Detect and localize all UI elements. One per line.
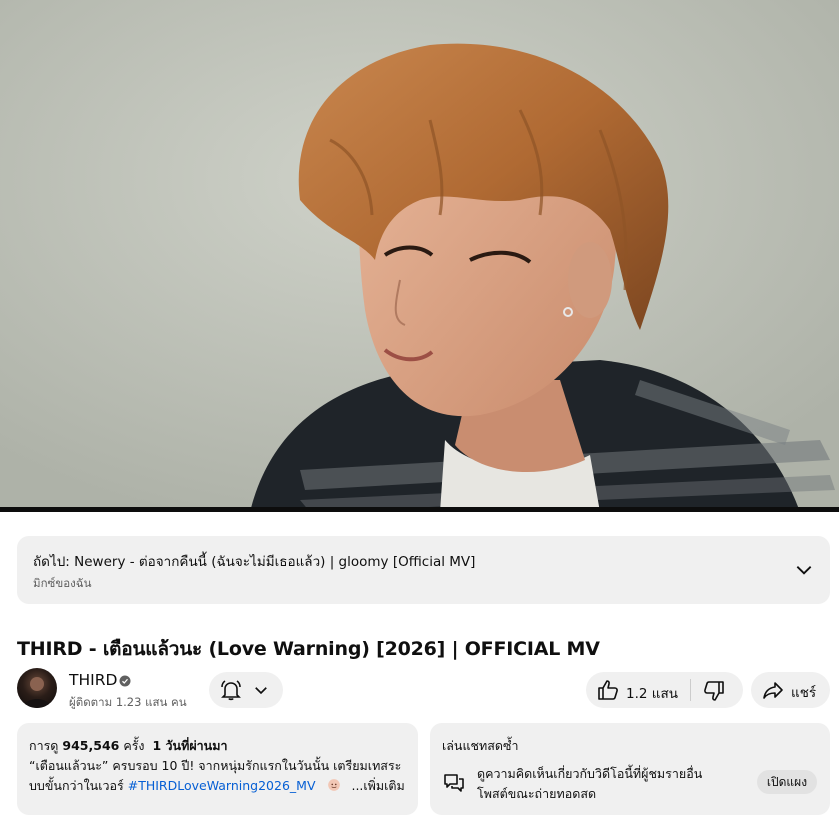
live-chat-title: เล่นแชทสดซ้ำ bbox=[442, 738, 519, 753]
live-chat-description: โพสต์ขณะถ่ายทอดสด bbox=[477, 786, 597, 801]
share-label: แชร์ bbox=[791, 685, 817, 701]
channel-name[interactable]: THIRD bbox=[69, 671, 117, 689]
channel-avatar[interactable] bbox=[17, 668, 57, 708]
video-frame bbox=[0, 0, 839, 512]
up-next-card[interactable]: ถัดไป: Newery - ต่อจากคืนนี้ (ฉันจะไม่มี… bbox=[17, 536, 830, 604]
verified-check-icon bbox=[119, 675, 131, 687]
chevron-down-icon[interactable] bbox=[794, 560, 814, 580]
show-more-link[interactable]: ...เพิ่มเติม bbox=[351, 778, 404, 793]
video-title: THIRD - เตือนแล้วนะ (Love Warning) [2026… bbox=[17, 638, 600, 660]
description-text: บบขั้นกว่าในเวอร์ bbox=[29, 778, 124, 793]
player-bottom-bar bbox=[0, 507, 839, 512]
open-panel-button[interactable]: เปิดแผง bbox=[757, 770, 817, 794]
chevron-down-icon bbox=[255, 687, 267, 695]
thumbs-up-icon[interactable] bbox=[596, 678, 620, 702]
description-box[interactable]: การดู 945,546 ครั้ง 1 วันที่ผ่านมา “เตือ… bbox=[17, 723, 418, 815]
subscribe-notification-button[interactable] bbox=[209, 672, 283, 708]
like-divider bbox=[690, 679, 691, 701]
description-line: “เตือนแล้วนะ” ครบรอบ 10 ปี! จากหนุ่มรักแ… bbox=[29, 758, 402, 773]
up-next-subtitle: มิกซ์ของฉัน bbox=[33, 576, 92, 590]
live-chat-description: ดูความคิดเห็นเกี่ยวกับวิดีโอนี้ที่ผู้ชมร… bbox=[477, 766, 703, 781]
views-suffix: ครั้ง bbox=[123, 738, 145, 753]
thumbs-down-icon[interactable] bbox=[702, 679, 726, 703]
emoji-icon bbox=[328, 779, 341, 791]
view-stats: การดู 945,546 ครั้ง 1 วันที่ผ่านมา bbox=[29, 736, 227, 756]
chat-bubbles-icon bbox=[444, 774, 464, 792]
like-dislike-group: 1.2 แสน bbox=[586, 672, 743, 708]
hashtag-link[interactable]: #THIRDLoveWarning2026_MV bbox=[128, 778, 316, 793]
like-count[interactable]: 1.2 แสน bbox=[626, 682, 678, 704]
bell-icon bbox=[221, 680, 241, 701]
live-chat-replay-card: เล่นแชทสดซ้ำ ดูความคิดเห็นเกี่ยวกับวิดีโ… bbox=[430, 723, 830, 815]
subscriber-count: ผู้ติดตาม 1.23 แสน คน bbox=[69, 695, 187, 709]
share-arrow-icon bbox=[763, 682, 783, 699]
view-count: 945,546 bbox=[62, 738, 120, 753]
up-next-title[interactable]: ถัดไป: Newery - ต่อจากคืนนี้ (ฉันจะไม่มี… bbox=[33, 550, 475, 572]
share-button[interactable]: แชร์ bbox=[751, 672, 830, 708]
video-player[interactable] bbox=[0, 0, 839, 512]
views-prefix: การดู bbox=[29, 738, 59, 753]
upload-date: 1 วันที่ผ่านมา bbox=[152, 738, 228, 753]
description-line: บบขั้นกว่าในเวอร์ #THIRDLoveWarning2026_… bbox=[29, 776, 405, 796]
